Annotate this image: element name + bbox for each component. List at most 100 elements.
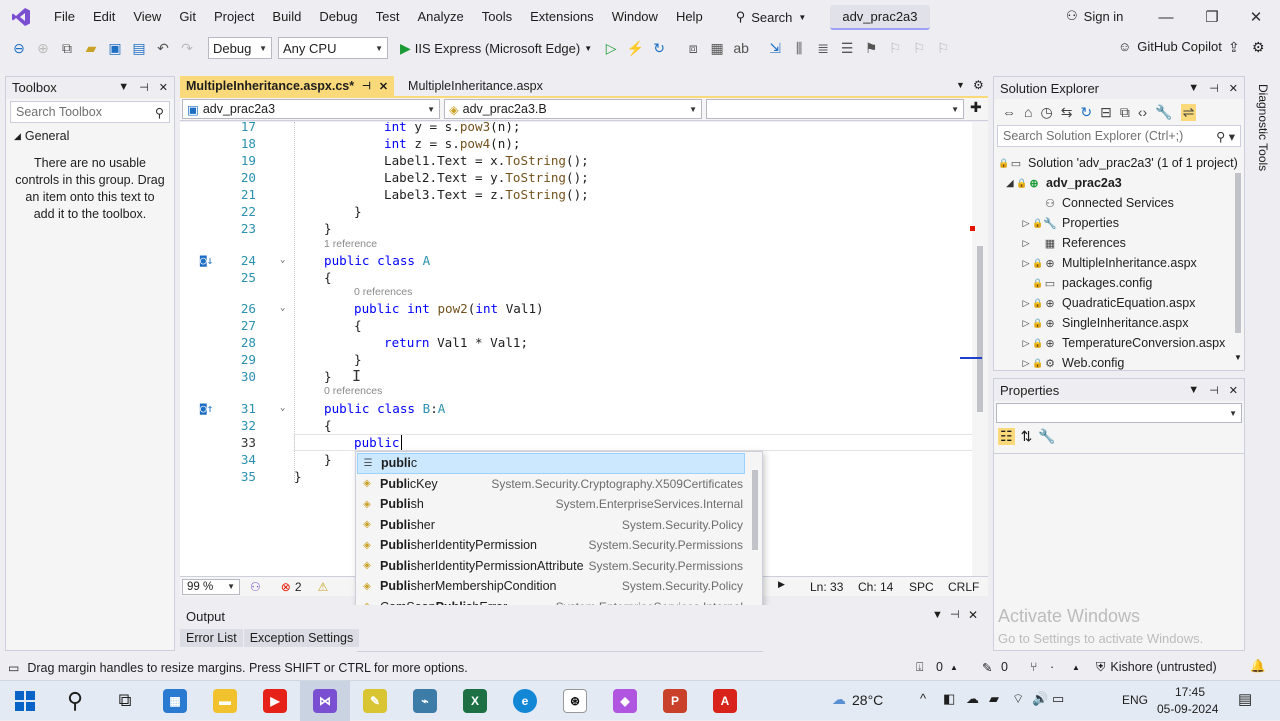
- pin-icon[interactable]: ⊣: [950, 608, 960, 621]
- split-icon[interactable]: ✚: [970, 99, 982, 120]
- close-icon[interactable]: ✕: [1229, 82, 1238, 95]
- expand-triangle-icon[interactable]: ▷: [1020, 298, 1032, 309]
- tree-item[interactable]: ▷ 🔒 🔧 Properties: [1020, 213, 1119, 233]
- diff-icon[interactable]: ⫼: [788, 37, 810, 59]
- tree-item[interactable]: ▷ ▦ References: [1020, 233, 1126, 253]
- platform-select[interactable]: Any CPU ▼: [278, 37, 388, 59]
- view-code-icon[interactable]: ‹›: [1138, 104, 1147, 120]
- categorized-icon[interactable]: ☷: [998, 428, 1015, 445]
- expand-triangle-icon[interactable]: ▷: [1020, 258, 1032, 269]
- alphabetical-icon[interactable]: ⇅: [1021, 428, 1033, 445]
- sign-in-button[interactable]: ⚇ Sign in: [1066, 8, 1123, 24]
- configuration-select[interactable]: Debug ▼: [208, 37, 272, 59]
- tree-item[interactable]: ⚇ Connected Services: [1020, 193, 1174, 213]
- chevron-up-icon[interactable]: ▲: [1072, 663, 1080, 672]
- spell-check-icon[interactable]: ab: [730, 37, 752, 59]
- chevron-up-icon[interactable]: ^: [920, 691, 926, 706]
- error-icon[interactable]: ⊗: [281, 580, 291, 594]
- excel-icon[interactable]: X: [450, 681, 500, 721]
- tree-item[interactable]: ▷ 🔒 ⊕ TemperatureConversion.aspx: [1020, 333, 1226, 353]
- powerpoint-icon[interactable]: P: [650, 681, 700, 721]
- menu-item-analyze[interactable]: Analyze: [408, 0, 472, 34]
- menu-item-view[interactable]: View: [124, 0, 170, 34]
- tab-multipleinheritance-cs[interactable]: MultipleInheritance.aspx.cs* ⊣ ✕: [180, 76, 395, 96]
- menu-item-test[interactable]: Test: [367, 0, 409, 34]
- warning-icon[interactable]: ⚠: [318, 580, 329, 594]
- run-button[interactable]: ▶ IIS Express (Microsoft Edge) ▼: [400, 40, 592, 57]
- scrollbar-thumb[interactable]: [752, 470, 758, 550]
- scroll-right-icon[interactable]: ▶: [778, 579, 785, 590]
- weather-widget[interactable]: ☁ 28°C: [832, 691, 883, 708]
- expanded-triangle-icon[interactable]: ◢: [1004, 178, 1016, 189]
- tree-item[interactable]: ▷ 🔒 ⊕ SingleInheritance.aspx: [1020, 313, 1189, 333]
- expand-triangle-icon[interactable]: ▷: [1020, 318, 1032, 329]
- menu-item-file[interactable]: File: [45, 0, 84, 34]
- expand-triangle-icon[interactable]: ▷: [1020, 338, 1032, 349]
- file-explorer-icon[interactable]: ▬: [200, 681, 250, 721]
- property-pages-icon[interactable]: 🔧: [1038, 428, 1055, 445]
- comment-icon[interactable]: ☰: [836, 37, 858, 59]
- editor-vertical-scrollbar[interactable]: [960, 122, 988, 577]
- language-indicator[interactable]: ENG: [1122, 693, 1148, 707]
- windows-start-icon[interactable]: [0, 681, 50, 721]
- acrobat-icon[interactable]: A: [700, 681, 750, 721]
- pin-icon[interactable]: ⊣: [1209, 384, 1219, 397]
- menu-item-debug[interactable]: Debug: [310, 0, 366, 34]
- store-icon[interactable]: ▦: [150, 681, 200, 721]
- tab-list-icon[interactable]: ▼: [956, 80, 965, 90]
- line-ending[interactable]: CRLF: [948, 580, 979, 594]
- bookmark-prev-icon[interactable]: ⚐: [884, 37, 906, 59]
- trust-status[interactable]: ⛨ Kishore (untrusted): [1096, 660, 1217, 675]
- tree-item[interactable]: ▷ 🔒 ⊕ QuadraticEquation.aspx: [1020, 293, 1196, 313]
- app-icon[interactable]: ✎: [350, 681, 400, 721]
- menu-item-extensions[interactable]: Extensions: [521, 0, 603, 34]
- pin-icon[interactable]: ⊣: [362, 81, 371, 92]
- bookmark-icon[interactable]: ⚑: [860, 37, 882, 59]
- clock-time[interactable]: 17:45: [1175, 685, 1205, 699]
- preview-icon[interactable]: ⇌: [1180, 103, 1197, 121]
- bookmark-next-icon[interactable]: ⚐: [908, 37, 930, 59]
- onedrive-icon[interactable]: ☁: [966, 691, 979, 707]
- scrollbar-thumb[interactable]: [977, 246, 983, 412]
- object-select[interactable]: ▼: [996, 403, 1242, 423]
- menu-item-window[interactable]: Window: [603, 0, 667, 34]
- tray-app-icon[interactable]: ◧: [943, 691, 955, 707]
- up-count[interactable]: 0: [936, 660, 943, 674]
- fold-chevron-icon[interactable]: ⌄: [280, 400, 285, 417]
- share-icon[interactable]: ⇪: [1228, 39, 1240, 56]
- tree-item[interactable]: ▷ 🔒 ⚙ Web.config: [1020, 353, 1125, 373]
- error-count[interactable]: 2: [295, 580, 302, 594]
- home-icon[interactable]: ⌂: [1024, 104, 1032, 120]
- scrollbar-thumb[interactable]: [1235, 173, 1241, 333]
- completion-scrollbar[interactable]: [748, 452, 762, 620]
- expand-triangle-icon[interactable]: ▷: [1020, 358, 1032, 369]
- dropdown-icon[interactable]: ▼: [118, 81, 129, 94]
- chatgpt-icon[interactable]: ⊛: [550, 681, 600, 721]
- scroll-down-icon[interactable]: ▼: [1234, 353, 1242, 362]
- save-icon[interactable]: ▣: [104, 37, 126, 59]
- taskbar-search-icon[interactable]: ⚲: [50, 681, 100, 721]
- search-button[interactable]: ⚲ Search ▼: [726, 9, 817, 25]
- wifi-icon[interactable]: ⌔: [1012, 691, 1024, 707]
- task-view-icon[interactable]: ⧉: [100, 681, 150, 721]
- codelens-references[interactable]: 0 references: [354, 285, 412, 299]
- close-icon[interactable]: ✕: [379, 80, 388, 93]
- close-icon[interactable]: ✕: [1229, 384, 1238, 397]
- step-icon[interactable]: ⇲: [764, 37, 786, 59]
- toolbox-search-input[interactable]: Search Toolbox ⚲: [10, 101, 170, 123]
- completion-item[interactable]: ◈ Publisher System.Security.Policy: [357, 515, 745, 536]
- completion-item[interactable]: ◈ Publish System.EnterpriseServices.Intern…: [357, 494, 745, 515]
- tree-solution[interactable]: 🔒 ▭ Solution 'adv_prac2a3' (1 of 1 project…: [998, 153, 1238, 173]
- tab-error-list[interactable]: Error List: [180, 629, 243, 647]
- copilot-icon[interactable]: ◆: [600, 681, 650, 721]
- zoom-select[interactable]: 99 % ▼: [182, 578, 240, 595]
- properties-icon[interactable]: 🔧: [1155, 104, 1172, 121]
- completion-item[interactable]: ◈ PublicKey System.Security.Cryptography.X…: [357, 474, 745, 495]
- menu-item-git[interactable]: Git: [170, 0, 205, 34]
- close-icon[interactable]: ✕: [968, 608, 978, 622]
- completion-item[interactable]: ◈ PublisherMembershipCondition System.Secu…: [357, 576, 745, 597]
- chevron-up-icon[interactable]: ▲: [950, 663, 958, 672]
- back-icon[interactable]: ⊖: [8, 37, 30, 59]
- minimize-button[interactable]: —: [1143, 0, 1189, 34]
- bookmark-clear-icon[interactable]: ⚐: [932, 37, 954, 59]
